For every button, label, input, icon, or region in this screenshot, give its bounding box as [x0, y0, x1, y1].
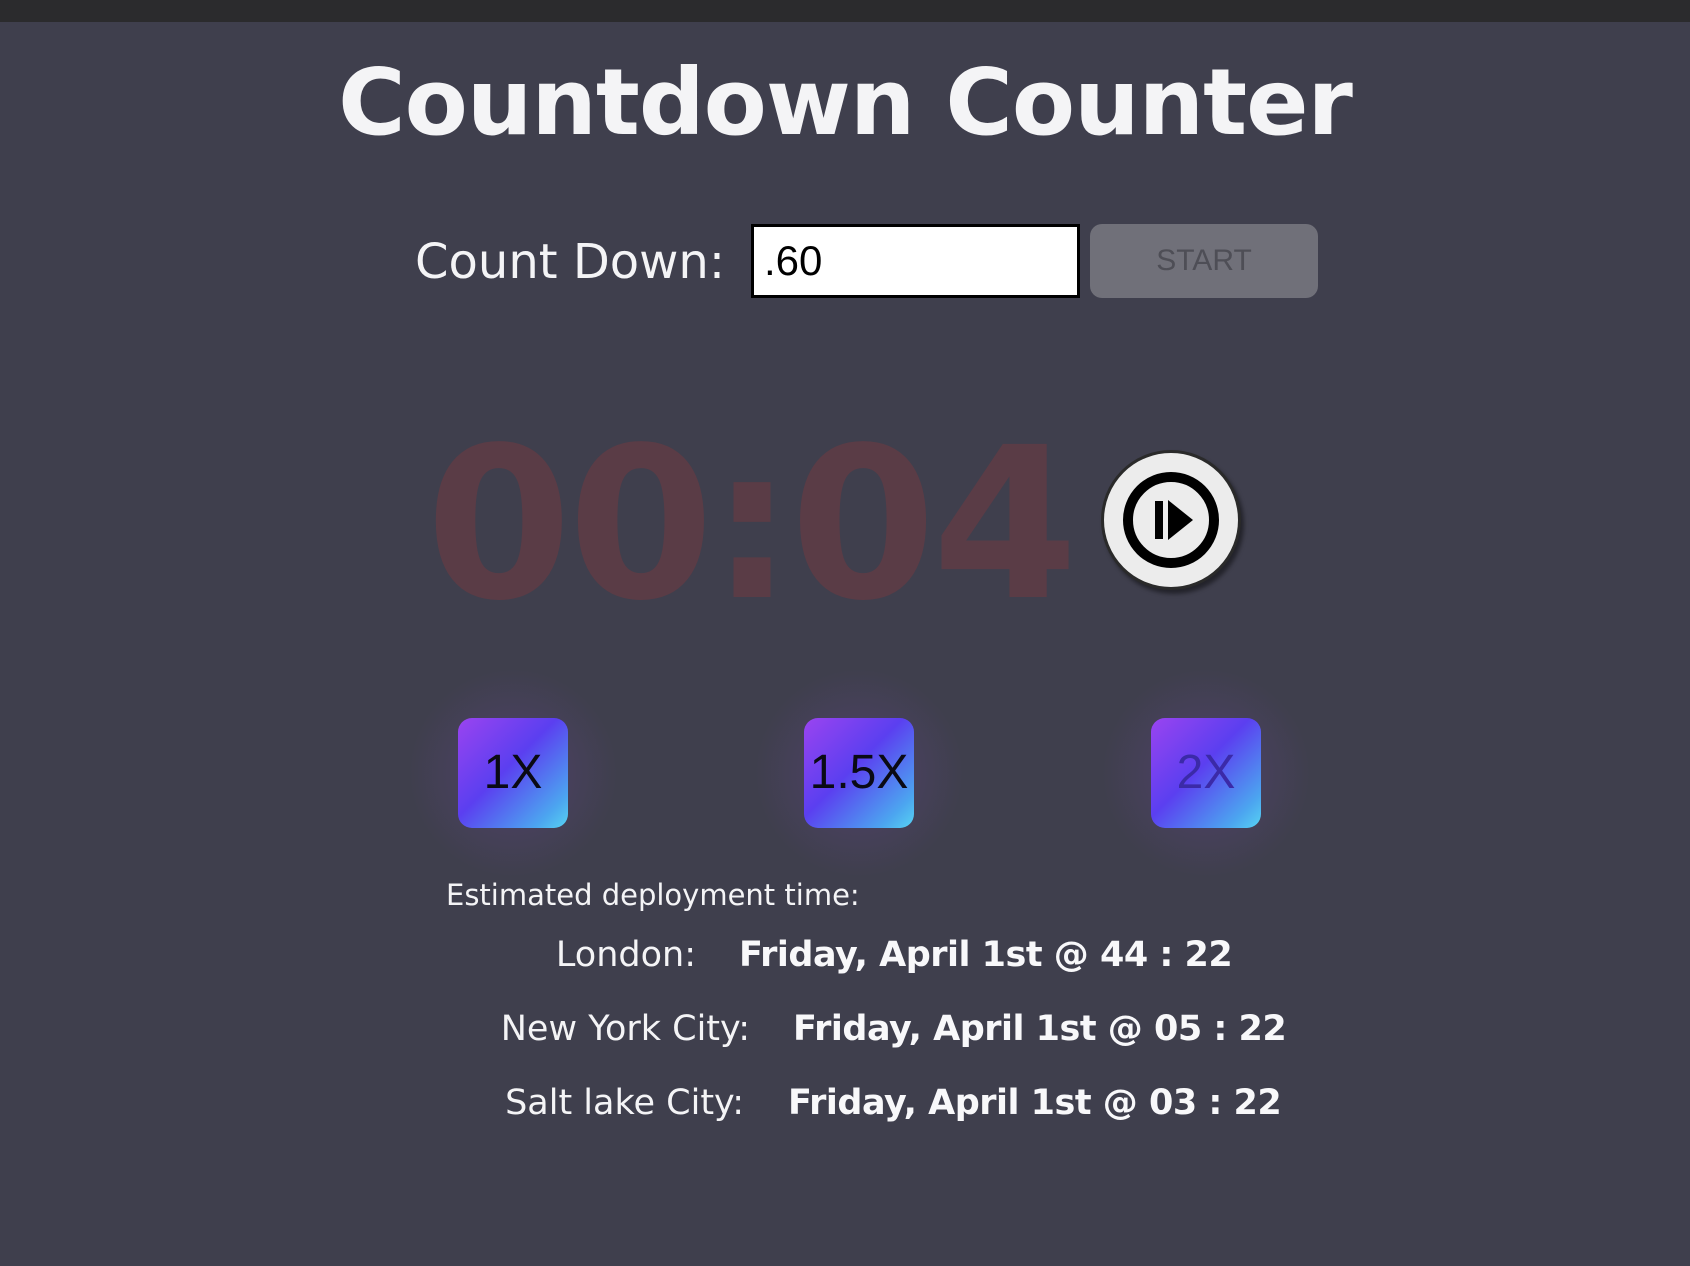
browser-top-bar — [0, 0, 1690, 22]
speed-1-5x-button[interactable]: 1.5X — [804, 718, 914, 828]
start-button[interactable]: START — [1090, 224, 1318, 298]
city-row-london: London: Friday, April 1st @ 44 : 22 — [0, 930, 1690, 980]
city-name: Salt lake City: — [505, 1083, 744, 1123]
countdown-label: Count Down: — [415, 234, 725, 290]
speed-2x-button[interactable]: 2X — [1151, 718, 1261, 828]
timer-display: 00:04 — [425, 402, 1078, 647]
city-time: Friday, April 1st @ 44 : 22 — [739, 935, 1233, 975]
play-pause-button[interactable] — [1101, 450, 1241, 590]
city-time: Friday, April 1st @ 05 : 22 — [793, 1009, 1287, 1049]
play-pause-icon — [1123, 472, 1219, 568]
city-name: London: — [555, 935, 696, 975]
speed-1x-button[interactable]: 1X — [458, 718, 568, 828]
city-row-salt-lake: Salt lake City: Friday, April 1st @ 03 :… — [0, 1078, 1690, 1128]
page-title: Countdown Counter — [338, 49, 1353, 156]
deployment-label: Estimated deployment time: — [446, 878, 860, 912]
city-name: New York City: — [500, 1009, 750, 1049]
speed-1-5x-wrapper: 1.5X — [754, 668, 964, 878]
speed-1x-wrapper: 1X — [408, 668, 618, 878]
city-row-new-york: New York City: Friday, April 1st @ 05 : … — [0, 1004, 1690, 1054]
speed-2x-wrapper: 2X — [1101, 668, 1311, 878]
countdown-input[interactable] — [751, 224, 1080, 298]
city-time: Friday, April 1st @ 03 : 22 — [788, 1083, 1282, 1123]
